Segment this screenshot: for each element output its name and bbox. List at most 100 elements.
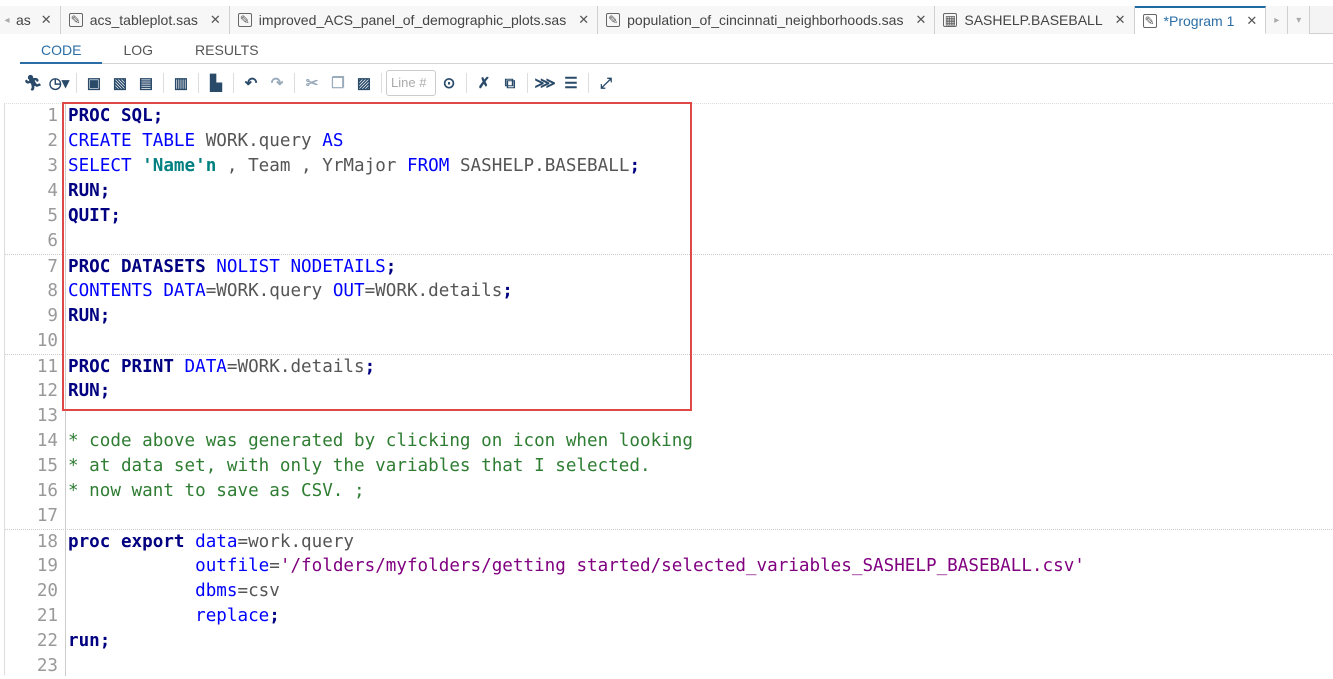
code-text: RUN;: [68, 304, 110, 329]
save-as-icon[interactable]: ▧: [109, 72, 131, 94]
divider: [381, 73, 382, 93]
history-icon[interactable]: ◷▾: [48, 72, 70, 94]
close-icon[interactable]: ✕: [1246, 13, 1257, 29]
code-text: QUIT;: [68, 204, 121, 229]
code-line[interactable]: 12 RUN;: [5, 379, 1333, 404]
line-number: 5: [47, 206, 58, 226]
line-number: 7: [47, 257, 58, 277]
code-line[interactable]: 17: [5, 504, 1333, 529]
file-tab[interactable]: ✎ improved_ACS_panel_of_demographic_plots…: [229, 6, 599, 34]
code-line[interactable]: 21 replace;: [5, 604, 1333, 629]
copy-icon[interactable]: ❐: [327, 72, 349, 94]
code-line[interactable]: 3 SELECT 'Name'n , Team , YrMajor FROM SA…: [5, 154, 1333, 179]
line-number: 18: [36, 532, 58, 552]
line-number: 11: [36, 357, 58, 377]
code-line[interactable]: 13: [5, 404, 1333, 429]
code-line[interactable]: 20 dbms=csv: [5, 579, 1333, 604]
code-editor[interactable]: 1 PROC SQL; 2 CREATE TABLE WORK.query AS 3 SE…: [4, 103, 1333, 676]
close-icon[interactable]: ✕: [210, 12, 221, 28]
code-line[interactable]: 10: [5, 329, 1333, 354]
code-line[interactable]: 11 PROC PRINT DATA=WORK.details;: [5, 354, 1333, 379]
cut-icon[interactable]: ✂: [301, 72, 323, 94]
print-icon[interactable]: ▙: [205, 72, 227, 94]
code-token: replace: [68, 606, 270, 626]
line-number: 13: [36, 406, 58, 426]
scroll-right-button[interactable]: ▸: [1266, 6, 1289, 34]
code-token: OUT: [332, 281, 365, 301]
clear-icon[interactable]: ✗: [473, 72, 495, 94]
code-line[interactable]: 23: [5, 654, 1333, 679]
tab-list-dropdown-icon[interactable]: ▾: [1288, 6, 1311, 34]
code-text: * code above was generated by clicking o…: [68, 429, 693, 454]
code-token: * now want to save as CSV. ;: [68, 481, 365, 501]
tab-label: SASHELP.BASEBALL: [964, 12, 1103, 28]
code-line[interactable]: 7 PROC DATASETS NOLIST NODETAILS;: [5, 254, 1333, 279]
code-token: PROC DATASETS: [68, 257, 217, 277]
code-token: '/folders/myfolders/getting started/sele…: [279, 556, 1085, 576]
code-text: replace;: [68, 604, 280, 629]
maximize-icon[interactable]: ⤢: [595, 72, 617, 94]
code-line[interactable]: 2 CREATE TABLE WORK.query AS: [5, 129, 1333, 154]
redo-icon[interactable]: ↷: [266, 72, 288, 94]
code-text: SELECT 'Name'n , Team , YrMajor FROM SAS…: [68, 154, 640, 179]
tab-label: population_of_cincinnati_neighborhoods.s…: [627, 12, 904, 28]
code-line[interactable]: 15 * at data set, with only the variables…: [5, 454, 1333, 479]
save-icon[interactable]: ▣: [83, 72, 105, 94]
line-number: 14: [36, 431, 58, 451]
paste-icon[interactable]: ▨: [353, 72, 375, 94]
tab-code[interactable]: CODE: [20, 36, 103, 64]
file-tab[interactable]: as ✕: [14, 6, 61, 34]
tab-label: *Program 1: [1163, 12, 1235, 29]
go-to-line-icon[interactable]: ⊙: [438, 72, 460, 94]
line-number: 4: [47, 181, 58, 201]
divider: [163, 73, 164, 93]
close-icon[interactable]: ✕: [41, 12, 52, 28]
code-line[interactable]: 14 * code above was generated by clicking…: [5, 429, 1333, 454]
line-number: 8: [47, 281, 58, 301]
line-number: 23: [36, 656, 58, 676]
download-icon[interactable]: ▤: [135, 72, 157, 94]
code-token: NOLIST NODETAILS: [216, 257, 386, 277]
code-token: ;: [269, 606, 280, 626]
code-text: PROC DATASETS NOLIST NODETAILS;: [68, 255, 396, 280]
snippets-icon[interactable]: ☰: [560, 72, 582, 94]
file-tab[interactable]: ✎ *Program 1 ✕: [1134, 6, 1267, 34]
divider: [233, 73, 234, 93]
code-line[interactable]: 4 RUN;: [5, 179, 1333, 204]
file-tab[interactable]: ✎ population_of_cincinnati_neighborhoods.…: [598, 6, 936, 34]
code-line[interactable]: 16 * now want to save as CSV. ;: [5, 479, 1333, 504]
code-text: outfile='/folders/myfolders/getting star…: [68, 554, 1085, 579]
format-code-icon[interactable]: ⋙: [534, 72, 556, 94]
code-line[interactable]: 9 RUN;: [5, 304, 1333, 329]
run-icon[interactable]: 🏃︎: [22, 72, 44, 94]
close-icon[interactable]: ✕: [578, 12, 589, 28]
code-line[interactable]: 22 run;: [5, 629, 1333, 654]
program-icon: ✎: [1142, 13, 1157, 28]
undo-icon[interactable]: ↶: [240, 72, 262, 94]
code-line[interactable]: 6: [5, 229, 1333, 254]
code-text: run;: [68, 629, 110, 654]
scroll-left-button[interactable]: ◂: [0, 6, 14, 34]
code-line[interactable]: 8 CONTENTS DATA=WORK.query OUT=WORK.detai…: [5, 279, 1333, 304]
close-icon[interactable]: ✕: [915, 12, 926, 28]
line-number-input[interactable]: Line #: [386, 70, 436, 96]
tab-log[interactable]: LOG: [102, 36, 174, 64]
code-token: dbms: [68, 581, 238, 601]
tab-results[interactable]: RESULTS: [174, 36, 280, 64]
code-line[interactable]: 5 QUIT;: [5, 204, 1333, 229]
tab-label: as: [16, 12, 31, 28]
close-icon[interactable]: ✕: [1115, 12, 1126, 28]
code-text: proc export data=work.query: [68, 530, 354, 555]
file-tab[interactable]: ✎ acs_tableplot.sas ✕: [60, 6, 230, 34]
code-token: RUN;: [68, 381, 111, 401]
export-code-icon[interactable]: ▥: [170, 72, 192, 94]
code-line[interactable]: 19 outfile='/folders/myfolders/getting s…: [5, 554, 1333, 579]
code-token: =WORK.details: [364, 281, 503, 301]
divider: [588, 73, 589, 93]
code-token: * code above was generated by clicking o…: [68, 431, 693, 451]
code-line[interactable]: 18 proc export data=work.query: [5, 529, 1333, 554]
code-line[interactable]: 1 PROC SQL;: [5, 104, 1333, 129]
find-icon[interactable]: ⧉: [499, 72, 521, 94]
code-token: DATA: [184, 357, 227, 377]
file-tab[interactable]: ▦ SASHELP.BASEBALL ✕: [935, 6, 1135, 34]
